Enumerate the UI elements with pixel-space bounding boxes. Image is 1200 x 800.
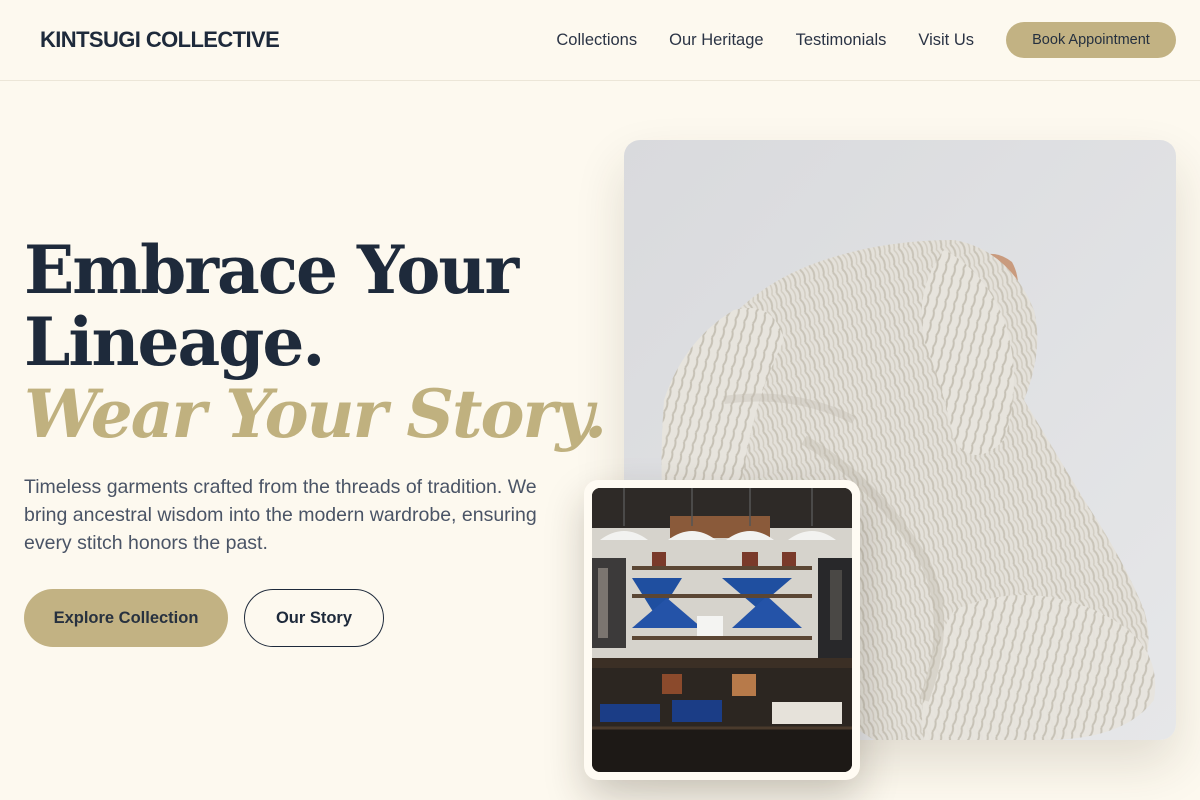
store-interior-image (592, 488, 852, 772)
brand-logo[interactable]: KINTSUGI COLLECTIVE (40, 27, 280, 53)
hero-title: Embrace Your Lineage. Wear Your Story. (24, 231, 607, 453)
nav-testimonials[interactable]: Testimonials (796, 31, 887, 50)
explore-collection-button[interactable]: Explore Collection (24, 589, 228, 647)
main-nav: Collections Our Heritage Testimonials Vi… (556, 22, 1176, 58)
site-header: KINTSUGI COLLECTIVE Collections Our Heri… (0, 0, 1200, 81)
store-photo-card (584, 480, 860, 780)
hero-title-line-2: Lineage. (24, 303, 325, 381)
nav-our-heritage[interactable]: Our Heritage (669, 31, 763, 50)
nav-collections[interactable]: Collections (556, 31, 637, 50)
hero-title-line-1: Embrace Your (24, 231, 519, 309)
book-appointment-button[interactable]: Book Appointment (1006, 22, 1176, 58)
hero-title-accent: Wear Your Story. (24, 375, 607, 453)
nav-visit-us[interactable]: Visit Us (918, 31, 974, 50)
hero-subtitle: Timeless garments crafted from the threa… (24, 476, 537, 554)
our-story-button[interactable]: Our Story (244, 589, 384, 647)
